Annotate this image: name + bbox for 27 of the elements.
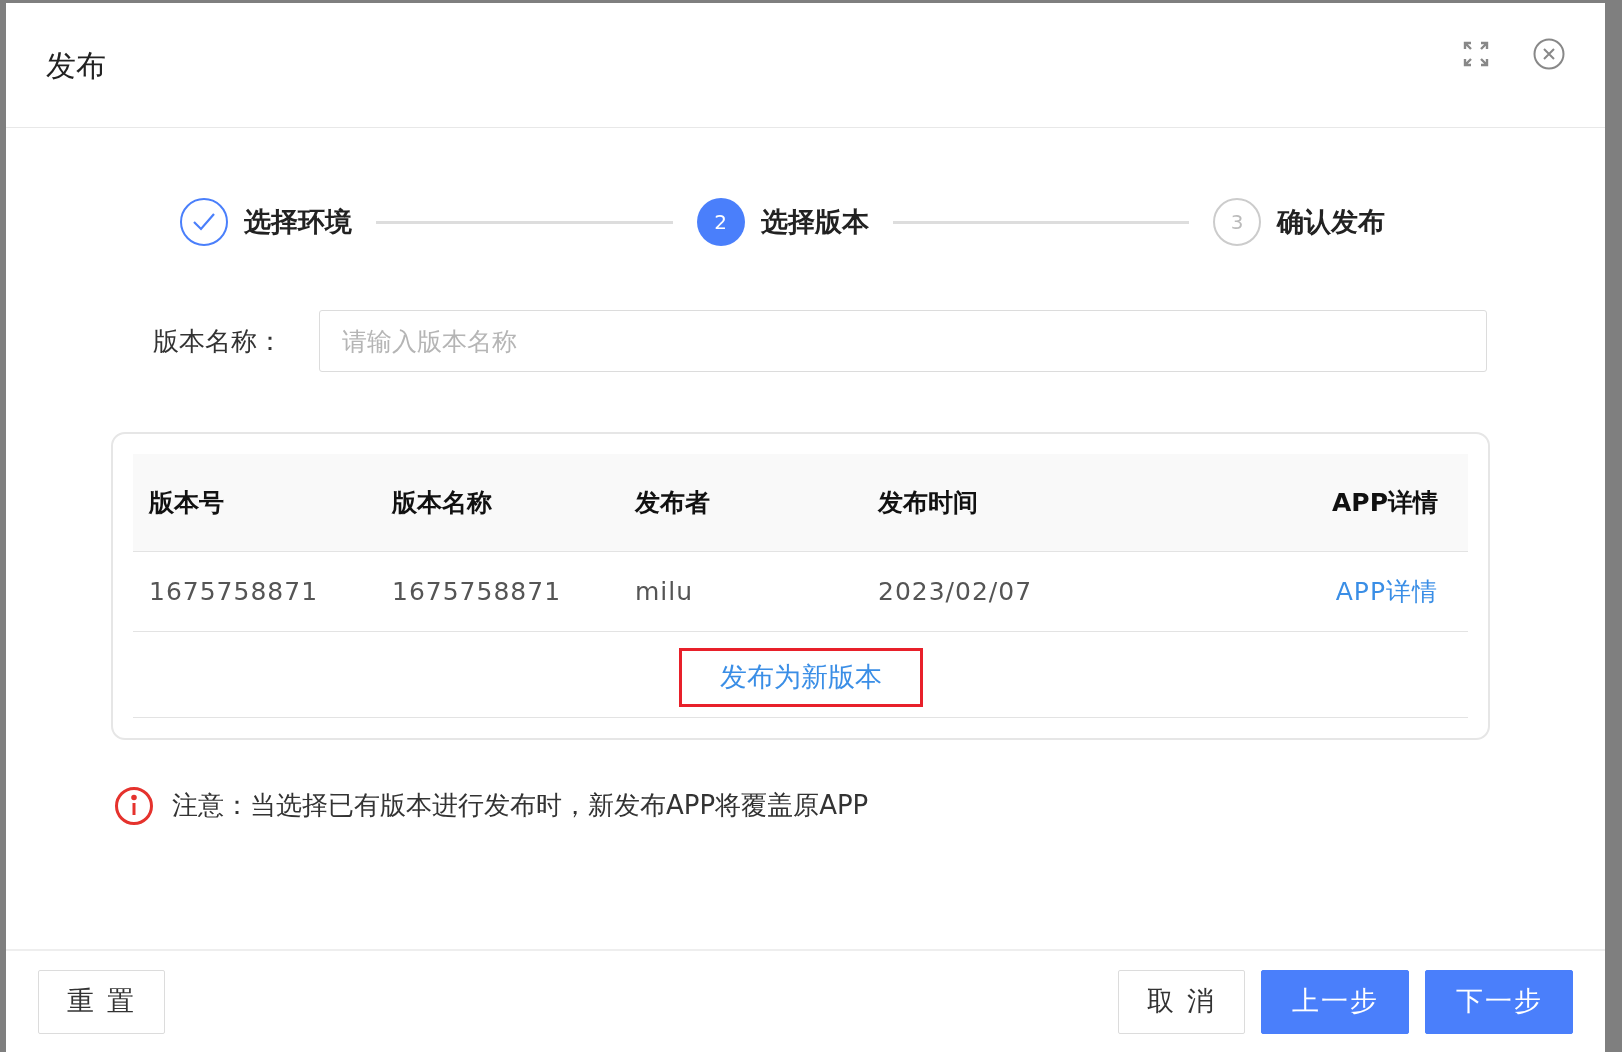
dialog-title: 发布 bbox=[46, 46, 106, 85]
step-label: 选择版本 bbox=[760, 204, 869, 239]
column-header: 版本名称 bbox=[392, 486, 492, 519]
fullscreen-icon[interactable] bbox=[1463, 41, 1489, 67]
version-name-input[interactable]: 请输入版本名称 bbox=[319, 310, 1487, 372]
app-details-link[interactable]: APP详情 bbox=[1335, 572, 1438, 611]
table-cell-text: 1675758871 bbox=[392, 575, 562, 608]
column-header: 发布时间 bbox=[878, 486, 978, 519]
step-number: 3 bbox=[1213, 198, 1261, 246]
step-label: 选择环境 bbox=[244, 204, 352, 239]
table-cell-text: 1675758871 bbox=[149, 575, 319, 608]
footer-button[interactable]: 重 置 bbox=[38, 969, 165, 1034]
table-cell-text: 2023/02/07 bbox=[878, 575, 1033, 608]
column-header: 版本号 bbox=[149, 486, 224, 519]
column-header: 发布者 bbox=[635, 486, 710, 519]
step-number: 2 bbox=[696, 198, 745, 246]
field-label: 版本名称： bbox=[153, 324, 283, 358]
notice-text: 注意：当选择已有版本进行发布时，新发布APP将覆盖原APP bbox=[172, 789, 869, 822]
primary-button[interactable]: 上一步 bbox=[1261, 969, 1409, 1034]
step-label: 确认发布 bbox=[1277, 204, 1385, 239]
column-header: APP详情 bbox=[1332, 486, 1438, 519]
publish-new-version-button[interactable]: 发布为新版本 bbox=[678, 648, 923, 707]
table-cell-text: milu bbox=[635, 575, 694, 608]
footer-button[interactable]: 取 消 bbox=[1118, 969, 1245, 1034]
close-icon[interactable] bbox=[1533, 38, 1565, 70]
info-icon bbox=[114, 785, 154, 826]
primary-button[interactable]: 下一步 bbox=[1425, 969, 1573, 1034]
